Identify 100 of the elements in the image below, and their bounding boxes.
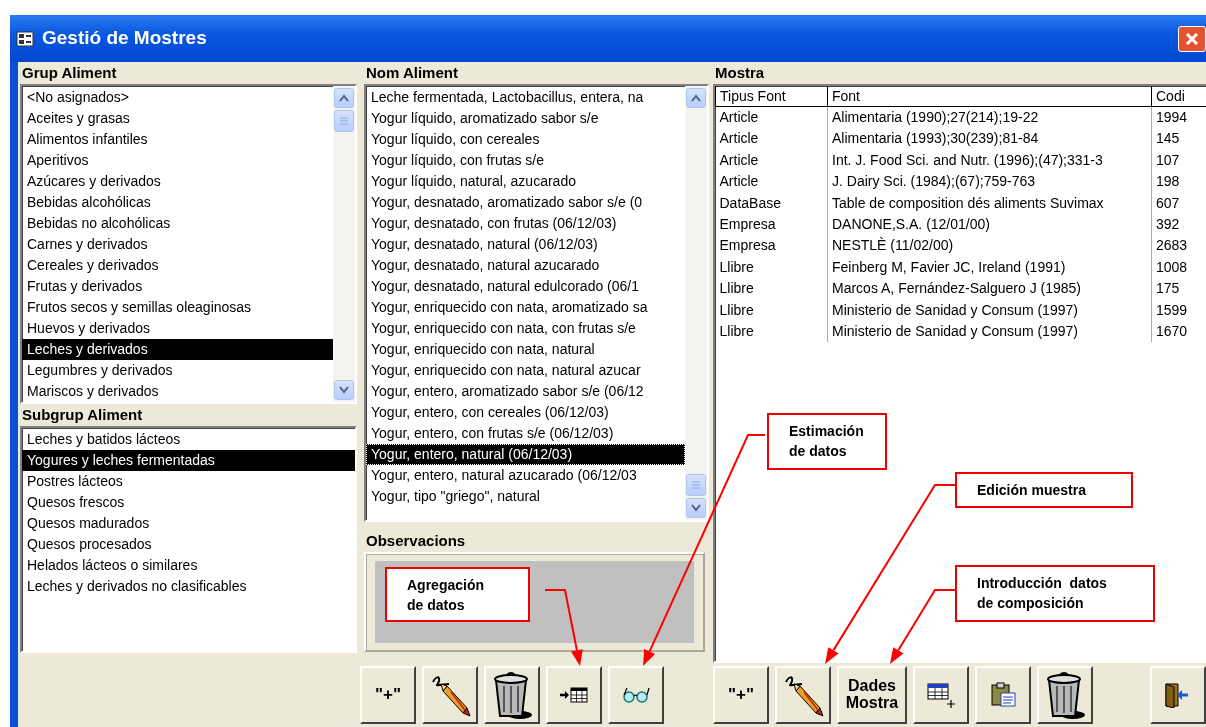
list-item[interactable]: Yogur líquido, con cereales: [366, 129, 685, 150]
list-item[interactable]: Postres lácteos: [22, 471, 355, 492]
list-item[interactable]: Yogur, entero, natural azucarado (06/12/03: [366, 465, 685, 486]
section-label: Grup Aliment: [21, 63, 118, 83]
table-cell: 2683: [1151, 235, 1206, 257]
list-item[interactable]: Yogur, desnatado, natural edulcorado (06/1: [366, 276, 685, 297]
scroll-up-button[interactable]: [334, 88, 354, 108]
paste-button[interactable]: [975, 666, 1031, 724]
table-cell: J. Dairy Sci. (1984);(67);759-763: [827, 171, 1152, 193]
table-add-icon: [926, 682, 956, 708]
list-item[interactable]: Leches y derivados: [22, 339, 333, 360]
clipboard-icon: [989, 681, 1017, 709]
list-item[interactable]: Alimentos infantiles: [22, 129, 333, 150]
sample-data-button[interactable]: Dades Mostra: [837, 666, 907, 724]
list-item[interactable]: Legumbres y derivados: [22, 360, 333, 381]
scroll-up-button[interactable]: [686, 88, 706, 108]
list-item[interactable]: Yogur, desnatado, aromatizado sabor s/e (0: [366, 192, 685, 213]
list-item[interactable]: Yogur líquido, aromatizado sabor s/e: [366, 108, 685, 129]
column-header[interactable]: Tipus Font: [715, 86, 828, 107]
list-item[interactable]: Quesos frescos: [22, 492, 355, 513]
list-item[interactable]: Yogur, entero, con frutas s/e (06/12/03): [366, 423, 685, 444]
edit-button[interactable]: [775, 666, 831, 724]
list-item[interactable]: Aceites y grasas: [22, 108, 333, 129]
table-cell: Alimentaria (1990);27(214);19-22: [827, 106, 1152, 129]
table-cell: DataBase: [715, 192, 828, 215]
table-cell: 1994: [1151, 106, 1206, 129]
list-item[interactable]: Mariscos y derivados: [22, 381, 333, 402]
list-item[interactable]: Aperitivos: [22, 150, 333, 171]
table-cell: Article: [715, 128, 828, 150]
section-label: Nom Aliment: [365, 63, 459, 83]
section-label: Subgrup Aliment: [21, 405, 144, 425]
add-button[interactable]: "+": [713, 666, 769, 724]
table-cell: Llibre: [715, 321, 828, 343]
list-item[interactable]: Yogur, enriquecido con nata, natural azucar: [366, 360, 685, 381]
scrollbar[interactable]: [685, 86, 707, 520]
table-cell: Article: [715, 171, 828, 193]
callout-tooltip: Introducción datos de composición: [955, 565, 1155, 622]
list-item[interactable]: Bebidas alcohólicas: [22, 192, 333, 213]
exit-button[interactable]: [1150, 666, 1206, 724]
list-item[interactable]: Yogur, entero, aromatizado sabor s/e (06/12: [366, 381, 685, 402]
list-item[interactable]: Yogur líquido, natural, azucarado: [366, 171, 685, 192]
callout-tooltip: Edición muestra: [955, 472, 1133, 508]
list-item[interactable]: Yogur, enriquecido con nata, aromatizado sa: [366, 297, 685, 318]
list-item[interactable]: Quesos madurados: [22, 513, 355, 534]
table-cell: Llibre: [715, 278, 828, 300]
list-item[interactable]: Frutos secos y semillas oleaginosas: [22, 297, 333, 318]
section-label: Mostra: [714, 63, 766, 83]
aggregate-button[interactable]: [546, 666, 602, 724]
list-item[interactable]: Leche fermentada, Lactobacillus, entera, na: [366, 87, 685, 108]
table-cell: 107: [1151, 149, 1206, 172]
table-cell: Feinberg M, Favier JC, Ireland (1991): [827, 256, 1152, 279]
table-cell: Marcos A, Fernández-Salguero J (1985): [827, 278, 1152, 300]
estimate-button[interactable]: [608, 666, 664, 724]
list-item[interactable]: Yogur, enriquecido con nata, natural: [366, 339, 685, 360]
table-cell: Llibre: [715, 299, 828, 322]
arrow-into-grid-icon: [559, 685, 589, 705]
close-button[interactable]: [1178, 25, 1206, 52]
list-item[interactable]: Carnes y derivados: [22, 234, 333, 255]
edit-button[interactable]: [422, 666, 478, 724]
new-row-button[interactable]: [913, 666, 969, 724]
list-item[interactable]: Yogur, desnatado, natural (06/12/03): [366, 234, 685, 255]
delete-button[interactable]: [484, 666, 540, 724]
table-cell: NESTLÈ (11/02/00): [827, 235, 1152, 257]
list-item[interactable]: Quesos procesados: [22, 534, 355, 555]
list-item[interactable]: Helados lácteos o similares: [22, 555, 355, 576]
scroll-down-button[interactable]: [686, 498, 706, 518]
table-cell: Empresa: [715, 214, 828, 236]
section-label: Observacions: [365, 531, 467, 551]
list-item[interactable]: Frutas y derivados: [22, 276, 333, 297]
callout-tooltip: Agregación de datos: [385, 567, 530, 622]
scroll-thumb[interactable]: [334, 110, 354, 132]
list-item[interactable]: Leches y derivados no clasificables: [22, 576, 355, 597]
table-cell: 1670: [1151, 321, 1206, 343]
table-cell: Article: [715, 149, 828, 172]
list-item[interactable]: Bebidas no alcohólicas: [22, 213, 333, 234]
list-item[interactable]: Yogures y leches fermentadas: [22, 450, 355, 471]
add-button[interactable]: "+": [360, 666, 416, 724]
list-item[interactable]: Cereales y derivados: [22, 255, 333, 276]
list-item[interactable]: <No asignados>: [22, 87, 333, 108]
list-item[interactable]: Huevos y derivados: [22, 318, 333, 339]
table-cell: DANONE,S.A. (12/01/00): [827, 214, 1152, 236]
list-item[interactable]: Yogur, enriquecido con nata, con frutas s/e: [366, 318, 685, 339]
form-icon: [16, 30, 34, 47]
scroll-thumb[interactable]: [686, 474, 706, 496]
column-header[interactable]: Font: [827, 86, 1152, 107]
list-item[interactable]: Yogur, entero, con cereales (06/12/03): [366, 402, 685, 423]
table-cell: Llibre: [715, 256, 828, 279]
table-cell: Empresa: [715, 235, 828, 257]
delete-button[interactable]: [1037, 666, 1093, 724]
list-item[interactable]: Azúcares y derivados: [22, 171, 333, 192]
list-item[interactable]: Yogur, desnatado, natural azucarado: [366, 255, 685, 276]
list-item[interactable]: Yogur, tipo "griego", natural: [366, 486, 685, 507]
scroll-down-button[interactable]: [334, 380, 354, 400]
scrollbar[interactable]: [333, 86, 355, 402]
list-item[interactable]: Yogur líquido, con frutas s/e: [366, 150, 685, 171]
list-item[interactable]: Yogur, desnatado, con frutas (06/12/03): [366, 213, 685, 234]
table-cell: Int. J. Food Sci. and Nutr. (1996);(47);331-3: [827, 149, 1152, 172]
list-item[interactable]: Yogur, entero, natural (06/12/03): [366, 444, 685, 465]
list-item[interactable]: Leches y batidos lácteos: [22, 429, 355, 450]
table-cell: 607: [1151, 192, 1206, 215]
